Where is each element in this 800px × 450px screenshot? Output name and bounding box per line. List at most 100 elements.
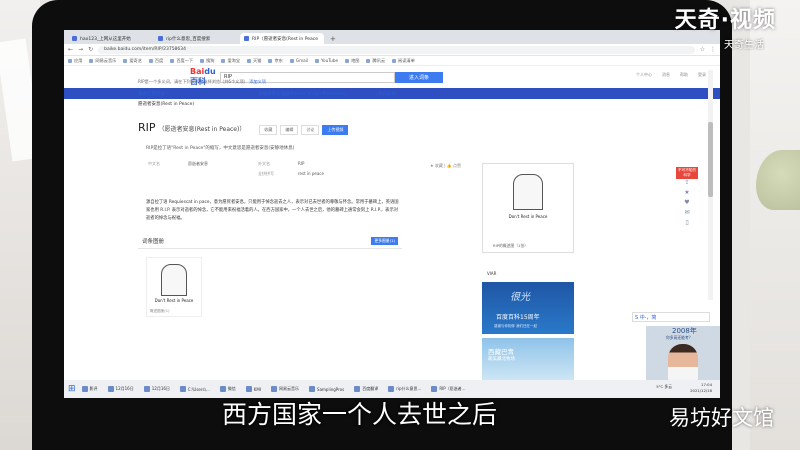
bookmark-item[interactable]: 天猫	[247, 58, 261, 64]
bookmark-item[interactable]: 地图	[345, 58, 359, 64]
like-row[interactable]: ★ 收藏 | 👍 点赞	[430, 163, 461, 169]
windows-start-icon[interactable]: ⊞	[68, 384, 76, 394]
video-watermark: 天奇·视频	[674, 8, 776, 33]
discuss-button[interactable]: 讨论	[301, 125, 320, 135]
page-scrollbar[interactable]	[708, 70, 713, 300]
bookmark-item[interactable]: 百度	[149, 58, 163, 64]
sense-link[interactable]: 路由信息协议	[138, 91, 258, 97]
ime-toolbar[interactable]: S 中·，简	[632, 312, 710, 322]
bookmark-item[interactable]: 腾讯云	[366, 58, 385, 64]
album-more-button[interactable]: 更多图册(1)	[371, 237, 398, 245]
info-key	[148, 171, 188, 177]
address-row: ← → ↻ baike.baidu.com/item/RIP/23758634 …	[64, 44, 720, 56]
video-subtitle: 西方国家一个人去世之后	[222, 400, 498, 429]
taskbar-item[interactable]: C:\Users\...	[180, 386, 210, 392]
user-link[interactable]: 个人中心	[636, 72, 652, 78]
upload-video-button[interactable]: 上传视频	[322, 125, 349, 135]
taskbar-item[interactable]: KMI	[246, 386, 261, 392]
album-header: 词条图册 更多图册(1)	[138, 237, 402, 249]
collect-button[interactable]: 收藏	[259, 125, 278, 135]
add-sense-link[interactable]: 添加义项	[249, 79, 266, 84]
star-icon[interactable]: ☆	[700, 46, 705, 53]
banner-title: 西藏巴青	[488, 348, 514, 356]
sense-link[interactable]: 黑白照相	[378, 91, 498, 97]
summary-picture-box[interactable]: Don't Rest in Peace RIP的概述图（1张）	[482, 163, 574, 253]
webcam-overlay: 2008年 你多高还能考？	[646, 326, 720, 382]
reload-icon[interactable]: ↻	[88, 46, 93, 53]
like-icon[interactable]: ♥	[676, 199, 698, 209]
user-link[interactable]: 帮助	[680, 72, 688, 78]
info-value: RIP	[298, 161, 305, 166]
edit-button[interactable]: 编辑	[280, 125, 299, 135]
bookmark-item[interactable]: Gmail	[290, 58, 308, 63]
picture-caption: RIP的概述图（1张）	[493, 243, 529, 248]
collect-icon[interactable]: ★	[676, 189, 698, 199]
user-link[interactable]: 登录	[698, 72, 706, 78]
banner-main: 百度百科15周年	[496, 314, 540, 321]
bookmark-item[interactable]: YouTube	[315, 58, 338, 63]
bookmark-item[interactable]: 应用	[68, 58, 82, 64]
album-caption: 概述图册(1)	[150, 309, 170, 313]
back-icon[interactable]: ←	[68, 46, 73, 53]
bookmark-item[interactable]: 阅读清单	[392, 58, 415, 64]
tab-hao123[interactable]: hao123_上网从这里开始	[68, 33, 152, 44]
tab-baike-rip[interactable]: RIP（愿逝者安息(Rest in Peace	[240, 33, 324, 44]
banner-title: 很光	[510, 292, 530, 303]
taskbar-item[interactable]: 影评	[82, 386, 98, 392]
article-summary: RIP是拉丁语"Rest in Peace"的缩写，中文意思是愿逝者安息(安静地…	[146, 146, 295, 151]
title-row: RIP （愿逝者安息(Rest in Peace)） 收藏 编辑 讨论 上传视频	[138, 121, 514, 135]
presenter-avatar	[668, 344, 698, 382]
taskbar-item[interactable]: 12月16日	[144, 386, 170, 392]
tombstone-caption: Don't Rest in Peace	[154, 298, 194, 303]
sense-link[interactable]: 光栅图像处理器(Raster Image Processor)	[258, 91, 378, 97]
album-card[interactable]: Don't Rest in Peace 概述图册(1)	[146, 257, 202, 317]
address-bar[interactable]: baike.baidu.com/item/RIP/23758634	[98, 45, 695, 54]
taskbar-item[interactable]: 12月16日	[108, 386, 134, 392]
taskbar-item[interactable]: 微信	[220, 386, 236, 392]
favicon-icon	[72, 36, 77, 41]
article-main: RIP是一个多义词，请在下列义项上选择浏览（共6个义项） 添加义项 路由信息协议…	[138, 79, 514, 317]
tab-search[interactable]: rip什么意思_百度搜索	[154, 33, 238, 44]
article-actions: 收藏 编辑 讨论 上传视频	[259, 125, 351, 135]
taskbar-item[interactable]: SamplingPros	[309, 386, 344, 392]
bookmark-item[interactable]: 爱淘宝	[221, 58, 240, 64]
taskbar-item[interactable]: 百度翻译	[354, 386, 378, 392]
bookmark-item[interactable]: 搜狗	[200, 58, 214, 64]
banner-sub: 最美藏北牧场	[488, 357, 515, 362]
phone-icon[interactable]: ▯	[676, 219, 698, 229]
info-key: 外文名	[258, 161, 270, 166]
user-link[interactable]: 消息	[662, 72, 670, 78]
taskbar-item[interactable]: rip什么意思...	[388, 386, 421, 392]
info-value: rest in peace	[298, 171, 324, 176]
info-key: 全拼拼写	[258, 171, 274, 176]
tray-weather[interactable]: 5°C 多云	[656, 384, 672, 390]
background-plant	[756, 150, 800, 210]
tombstone-image	[513, 174, 543, 210]
scroll-thumb[interactable]	[708, 122, 713, 197]
new-tab-button[interactable]: +	[326, 35, 340, 44]
tab-bar: hao123_上网从这里开始 rip什么意思_百度搜索 RIP（愿逝者安息(Re…	[64, 30, 720, 44]
side-promo[interactable]: 不可不知的科学	[676, 167, 698, 179]
polysemy-note: RIP是一个多义词，请在下列义项上选择浏览（共6个义项） 添加义项	[138, 79, 266, 84]
bookmark-item[interactable]: 网易云音乐	[89, 58, 116, 64]
bookmark-item[interactable]: 爱奇艺	[123, 58, 142, 64]
album-title: 词条图册	[142, 239, 165, 245]
ad-label: VIAR	[487, 271, 497, 276]
taskbar-item[interactable]: 网易云音乐	[271, 386, 299, 392]
tray-clock[interactable]: 17:04 2021/12/16	[690, 382, 712, 394]
favicon-icon	[244, 36, 249, 41]
banner-small: 感谢与你相伴 我们还在一起	[494, 324, 538, 328]
bookmarks-bar: 应用 网易云音乐 爱奇艺 百度 百度一下 搜狗 爱淘宝 天猫 京东 Gmail …	[64, 56, 720, 66]
forward-icon[interactable]: →	[78, 46, 83, 53]
share-icon[interactable]: ⇪	[676, 179, 698, 189]
background-right	[750, 0, 800, 450]
taskbar-item[interactable]: RIP（愿逝者...	[431, 386, 465, 392]
info-key: 中文名	[148, 161, 160, 166]
tombstone-image	[161, 264, 187, 296]
menu-icon[interactable]: ⋮	[710, 46, 716, 53]
bookmark-item[interactable]: 京东	[268, 58, 282, 64]
anniversary-banner[interactable]: 很光 百度百科15周年 感谢与你相伴 我们还在一起	[482, 282, 574, 334]
bookmark-item[interactable]: 百度一下	[170, 58, 193, 64]
comment-icon[interactable]: ✉	[676, 209, 698, 219]
corner-watermark: 易坊好文馆	[669, 406, 774, 430]
